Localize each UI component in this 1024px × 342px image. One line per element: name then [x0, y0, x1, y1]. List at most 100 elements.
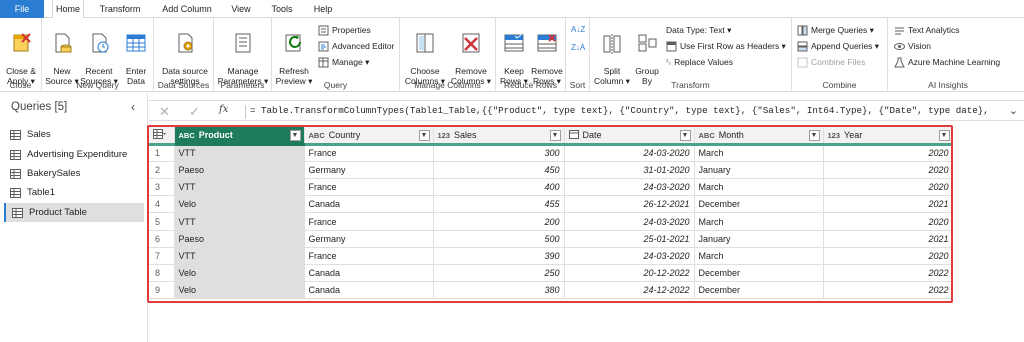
cell-year[interactable]: 2020	[823, 144, 951, 162]
merge-queries-button[interactable]: Merge Queries ▾	[797, 23, 874, 37]
refresh-preview-button[interactable]: Refresh Preview ▾	[274, 22, 314, 86]
sort-ascending-icon[interactable]: A↓Z	[571, 22, 585, 36]
cell-country[interactable]: France	[304, 212, 434, 231]
recent-sources-button[interactable]: Recent Sources ▾	[80, 22, 118, 86]
close-apply-button[interactable]: Close & Apply ▾	[2, 22, 40, 86]
cell-product[interactable]: Paeso	[174, 230, 305, 248]
cell-country[interactable]: Germany	[304, 230, 434, 248]
cell-year[interactable]: 2022	[823, 281, 951, 300]
cell-country[interactable]: France	[304, 247, 434, 266]
vision-button[interactable]: Vision	[894, 39, 931, 53]
cell-date[interactable]: 24-12-2022	[564, 281, 695, 300]
cell-date[interactable]: 31-01-2020	[564, 161, 695, 180]
row-index[interactable]: 5	[149, 212, 175, 231]
filter-dropdown-icon[interactable]: ▼	[679, 130, 691, 141]
cell-sales[interactable]: 400	[433, 178, 565, 197]
cell-month[interactable]: December	[694, 195, 824, 214]
cell-month[interactable]: December	[694, 264, 824, 283]
cell-product[interactable]: VTT	[174, 144, 305, 162]
cell-date[interactable]: 24-03-2020	[564, 144, 695, 162]
column-header-month[interactable]: ABC Month ▼	[694, 127, 824, 146]
cell-year[interactable]: 2020	[823, 212, 951, 231]
type-number-icon[interactable]: 123	[438, 131, 451, 140]
azure-ml-button[interactable]: Azure Machine Learning	[894, 55, 1000, 69]
check-icon[interactable]: ✓	[189, 104, 200, 120]
sort-descending-icon[interactable]: Z↓A	[571, 40, 585, 54]
tab-help[interactable]: Help	[308, 0, 338, 18]
tab-view[interactable]: View	[226, 0, 256, 18]
formula-input[interactable]: = Table.TransformColumnTypes(Table1_Tabl…	[245, 105, 1005, 119]
cell-product[interactable]: VTT	[174, 212, 305, 231]
append-queries-button[interactable]: Append Queries ▾	[797, 39, 879, 53]
query-item-sales[interactable]: Sales	[4, 125, 144, 144]
cell-sales[interactable]: 390	[433, 247, 565, 266]
column-header-country[interactable]: ABC Country ▼	[304, 127, 434, 146]
manage-button[interactable]: Manage ▾	[318, 55, 369, 69]
advanced-editor-button[interactable]: Advanced Editor	[318, 39, 394, 53]
cell-year[interactable]: 2021	[823, 230, 951, 248]
cell-date[interactable]: 20-12-2022	[564, 264, 695, 283]
cell-country[interactable]: Canada	[304, 195, 434, 214]
tab-transform[interactable]: Transform	[92, 0, 148, 18]
row-index[interactable]: 4	[149, 195, 175, 214]
cell-sales[interactable]: 200	[433, 212, 565, 231]
table-menu-button[interactable]	[149, 127, 175, 146]
row-index[interactable]: 8	[149, 264, 175, 283]
cell-date[interactable]: 24-03-2020	[564, 247, 695, 266]
chevron-down-icon[interactable]: ⌄	[1009, 104, 1018, 117]
row-index[interactable]: 2	[149, 161, 175, 180]
cell-product[interactable]: Velo	[174, 281, 305, 300]
new-source-button[interactable]: New Source ▾	[44, 22, 80, 86]
cell-month[interactable]: March	[694, 178, 824, 197]
filter-dropdown-icon[interactable]: ▼	[549, 130, 561, 141]
cell-date[interactable]: 24-03-2020	[564, 212, 695, 231]
type-text-icon[interactable]: ABC	[699, 131, 715, 140]
cell-month[interactable]: January	[694, 161, 824, 180]
cell-country[interactable]: Canada	[304, 281, 434, 300]
column-header-date[interactable]: Date ▼	[564, 127, 695, 146]
fx-icon[interactable]: fx	[219, 104, 228, 115]
row-index[interactable]: 1	[149, 144, 175, 162]
enter-data-button[interactable]: Enter Data	[120, 22, 152, 86]
replace-values-button[interactable]: ¹₂ Replace Values	[666, 55, 733, 69]
cell-product[interactable]: Paeso	[174, 161, 305, 180]
cell-country[interactable]: France	[304, 144, 434, 162]
tab-file[interactable]: File	[0, 0, 44, 18]
filter-dropdown-icon[interactable]: ▼	[938, 130, 950, 141]
collapse-pane-icon[interactable]: ‹	[131, 100, 135, 114]
type-text-icon[interactable]: ABC	[179, 131, 195, 140]
cell-month[interactable]: March	[694, 212, 824, 231]
query-item-advertising-expenditure[interactable]: Advertising Expenditure	[4, 145, 144, 164]
filter-dropdown-icon[interactable]: ▼	[289, 130, 301, 141]
cell-month[interactable]: March	[694, 144, 824, 162]
manage-parameters-button[interactable]: Manage Parameters ▾	[216, 22, 270, 86]
column-header-product[interactable]: ABC Product ▼	[174, 127, 305, 146]
cancel-icon[interactable]: ✕	[159, 104, 170, 120]
cell-month[interactable]: January	[694, 230, 824, 248]
query-item-product-table[interactable]: Product Table	[4, 203, 144, 222]
split-column-button[interactable]: Split Column ▾	[592, 22, 632, 86]
group-by-button[interactable]: Group By	[634, 22, 660, 86]
type-number-icon[interactable]: 123	[828, 131, 841, 140]
cell-year[interactable]: 2020	[823, 161, 951, 180]
filter-dropdown-icon[interactable]: ▼	[418, 130, 430, 141]
tab-tools[interactable]: Tools	[266, 0, 298, 18]
cell-product[interactable]: Velo	[174, 264, 305, 283]
row-index[interactable]: 9	[149, 281, 175, 300]
type-text-icon[interactable]: ABC	[309, 131, 325, 140]
filter-dropdown-icon[interactable]: ▼	[808, 130, 820, 141]
cell-year[interactable]: 2020	[823, 178, 951, 197]
column-header-sales[interactable]: 123 Sales ▼	[433, 127, 565, 146]
row-index[interactable]: 6	[149, 230, 175, 248]
data-source-settings-button[interactable]: Data source settings	[158, 22, 212, 86]
tab-home[interactable]: Home	[52, 0, 84, 19]
combine-files-button[interactable]: Combine Files	[797, 55, 865, 69]
tab-add-column[interactable]: Add Column	[155, 0, 219, 18]
data-type-dropdown[interactable]: Data Type: Text ▾	[666, 23, 731, 37]
cell-product[interactable]: VTT	[174, 178, 305, 197]
cell-month[interactable]: December	[694, 281, 824, 300]
cell-date[interactable]: 25-01-2021	[564, 230, 695, 248]
row-index[interactable]: 7	[149, 247, 175, 266]
cell-country[interactable]: France	[304, 178, 434, 197]
keep-rows-button[interactable]: Keep Rows ▾	[498, 22, 530, 86]
